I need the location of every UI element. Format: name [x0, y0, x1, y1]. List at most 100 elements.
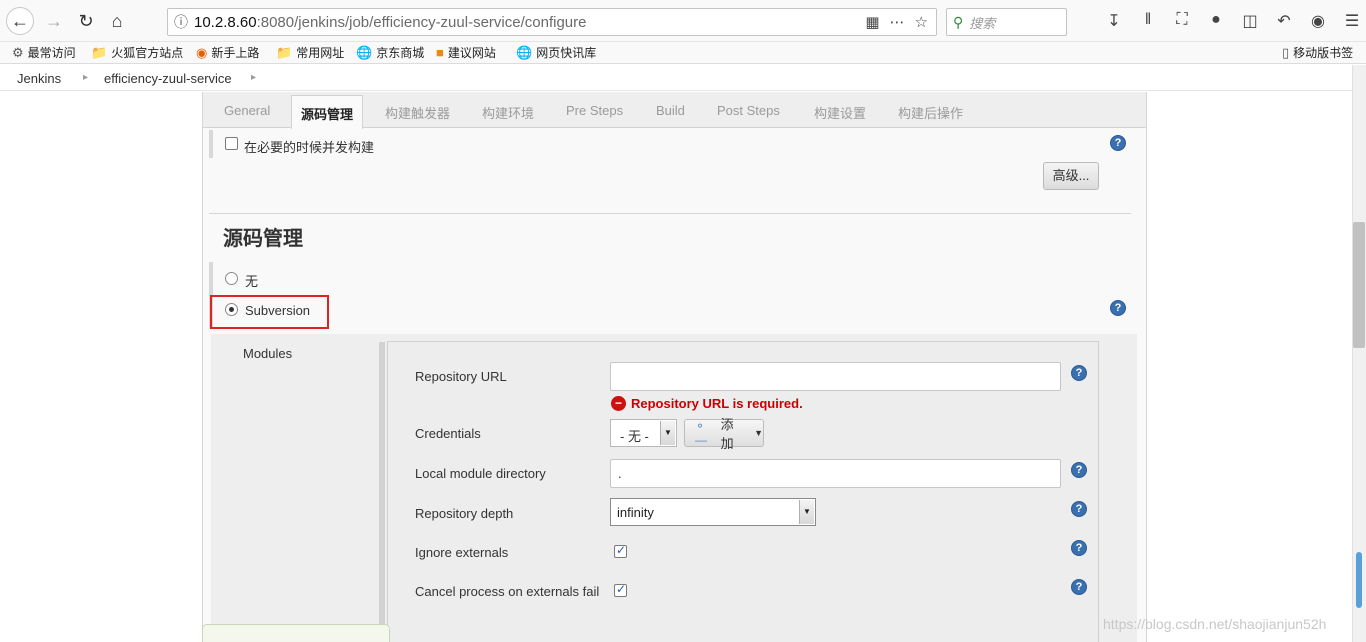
add-credentials-button[interactable]: ⚬— 添加 ▼	[684, 417, 764, 451]
bookmark-common-sites[interactable]: 📁 常用网址	[276, 44, 344, 61]
bookmark-star-icon[interactable]: ☆	[915, 13, 928, 31]
key-icon: ⚬—	[695, 419, 707, 447]
help-icon[interactable]: ?	[1071, 579, 1087, 595]
gear-icon: ⚙	[12, 44, 24, 60]
breadcrumb-jenkins[interactable]: Jenkins	[17, 71, 61, 86]
menu-icon[interactable]: ☰	[1342, 11, 1362, 31]
section-indent-bar	[209, 130, 213, 158]
url-path: :8080/jenkins/job/efficiency-zuul-servic…	[256, 13, 587, 31]
repository-depth-value: infinity	[617, 505, 654, 520]
tab-build-settings[interactable]: 构建设置	[814, 103, 866, 122]
scm-subversion-label: Subversion	[245, 303, 311, 318]
qr-code-icon[interactable]: ▦	[865, 13, 879, 31]
bookmarks-bar: ⚙ 最常访问 📁 火狐官方站点 ◉ 新手上路 📁 常用网址 🌐 京东商城 ■ 建议网站 🌐 网…	[0, 42, 1366, 64]
folder-icon: 📁	[91, 44, 108, 60]
screenshot-icon[interactable]: ⛶	[1172, 11, 1192, 31]
search-placeholder: 搜索	[969, 15, 996, 31]
breadcrumb-job[interactable]: efficiency-zuul-service	[104, 71, 232, 86]
account-icon[interactable]: ◉	[1308, 11, 1328, 31]
bookmark-getting-started[interactable]: ◉ 新手上路	[196, 44, 259, 61]
scm-none-label: 无	[245, 274, 259, 289]
scm-subversion-radio[interactable]	[225, 303, 238, 316]
credentials-label: Credentials	[415, 426, 481, 441]
watermark: https://blog.csdn.net/shaojianjun52h	[1103, 616, 1327, 632]
reload-icon[interactable]: ↻	[72, 7, 100, 35]
tab-scm[interactable]: 源码管理	[291, 95, 364, 129]
repository-url-error: − Repository URL is required.	[611, 396, 803, 411]
globe-icon: 🌐	[356, 44, 373, 60]
config-tabbar: General 源码管理 构建触发器 构建环境 Pre Steps Build …	[203, 92, 1146, 129]
concurrent-build-label: 在必要的时候并发构建	[244, 140, 375, 155]
repository-depth-select[interactable]: infinity ▼	[610, 498, 816, 526]
error-icon: −	[611, 396, 626, 411]
home-icon[interactable]: ⌂	[103, 7, 131, 35]
help-icon[interactable]: ?	[1071, 540, 1087, 556]
scroll-indicator	[1356, 552, 1362, 608]
search-icon: ⚲	[953, 13, 964, 30]
bookmark-web-slices[interactable]: 🌐 网页快讯库	[516, 44, 596, 61]
repository-url-input[interactable]	[610, 362, 1061, 391]
concurrent-build-checkbox[interactable]	[225, 137, 238, 150]
site-info-icon[interactable]: ⓘ	[168, 12, 194, 32]
cancel-externals-label: Cancel process on externals fail	[415, 584, 600, 599]
download-icon[interactable]: ↧	[1104, 11, 1124, 31]
ignore-externals-checkbox[interactable]	[614, 543, 627, 558]
help-icon[interactable]: ?	[1071, 365, 1087, 381]
scm-none-radio[interactable]	[225, 272, 238, 285]
config-form: General 源码管理 构建触发器 构建环境 Pre Steps Build …	[202, 92, 1147, 642]
globe-icon: 🌐	[516, 44, 533, 60]
forward-icon[interactable]: →	[40, 7, 68, 35]
suggest-icon: ■	[436, 45, 444, 60]
undo-icon[interactable]: ↶	[1274, 11, 1294, 31]
credentials-select-value: - 无 -	[620, 429, 649, 444]
advanced-button[interactable]: 高级...	[1043, 162, 1099, 190]
modules-label: Modules	[243, 346, 293, 361]
tab-post-build-actions[interactable]: 构建后操作	[898, 103, 963, 122]
bottom-action-bar	[202, 624, 390, 642]
cancel-externals-checkbox[interactable]	[614, 582, 627, 597]
modules-indent-bar	[379, 342, 385, 642]
tab-build-triggers[interactable]: 构建触发器	[385, 103, 450, 122]
scrollbar-thumb[interactable]	[1353, 222, 1365, 348]
bookmark-most-visited[interactable]: ⚙ 最常访问	[12, 44, 76, 61]
bookmark-firefox-official[interactable]: 📁 火狐官方站点	[91, 44, 183, 61]
tab-build[interactable]: Build	[656, 103, 685, 118]
help-icon[interactable]: ?	[1110, 300, 1126, 316]
url-bar[interactable]: ⓘ 10.2.8.60:8080/jenkins/job/efficiency-…	[167, 8, 937, 36]
tab-post-steps[interactable]: Post Steps	[717, 103, 780, 118]
breadcrumb-separator-icon[interactable]: ▸	[251, 72, 256, 83]
help-icon[interactable]: ?	[1110, 135, 1126, 151]
breadcrumb-separator-icon[interactable]: ▸	[83, 72, 88, 83]
chevron-down-icon: ▼	[660, 421, 675, 445]
bookmark-jd[interactable]: 🌐 京东商城	[356, 44, 424, 61]
url-host: 10.2.8.60	[194, 13, 257, 31]
repository-url-label: Repository URL	[415, 369, 507, 384]
section-divider	[209, 213, 1131, 214]
sidebar-icon[interactable]: ◫	[1240, 11, 1260, 31]
credentials-select[interactable]: - 无 - ▼	[610, 419, 677, 447]
search-input[interactable]: ⚲ 搜索	[946, 8, 1067, 36]
ignore-externals-label: Ignore externals	[415, 545, 509, 560]
folder-icon: 📁	[276, 44, 293, 60]
local-module-dir-input[interactable]	[610, 459, 1061, 488]
back-icon[interactable]: ←	[6, 7, 34, 35]
tab-build-environment[interactable]: 构建环境	[482, 103, 534, 122]
chevron-down-icon: ▼	[799, 500, 814, 524]
chat-icon[interactable]: ●	[1206, 11, 1226, 31]
tab-pre-steps[interactable]: Pre Steps	[566, 103, 623, 118]
local-module-dir-label: Local module directory	[415, 466, 546, 481]
add-credentials-label: 添加	[720, 417, 734, 451]
browser-toolbar: ← → ↻ ⌂ ⓘ 10.2.8.60:8080/jenkins/job/eff…	[0, 0, 1366, 42]
tab-general[interactable]: General	[224, 103, 270, 118]
breadcrumb: Jenkins ▸ efficiency-zuul-service ▸	[0, 65, 1352, 91]
help-icon[interactable]: ?	[1071, 501, 1087, 517]
bookmark-mobile[interactable]: ▯ 移动版书签	[1282, 44, 1353, 61]
page-actions-icon[interactable]: ⋯	[890, 13, 905, 31]
bookmark-suggested[interactable]: ■ 建议网站	[436, 44, 496, 61]
section-title-scm: 源码管理	[223, 228, 303, 250]
help-icon[interactable]: ?	[1071, 462, 1087, 478]
library-icon[interactable]: ‖	[1138, 11, 1158, 31]
repository-depth-label: Repository depth	[415, 506, 514, 521]
firefox-icon: ◉	[196, 44, 208, 60]
repository-url-error-text: Repository URL is required.	[631, 396, 803, 411]
